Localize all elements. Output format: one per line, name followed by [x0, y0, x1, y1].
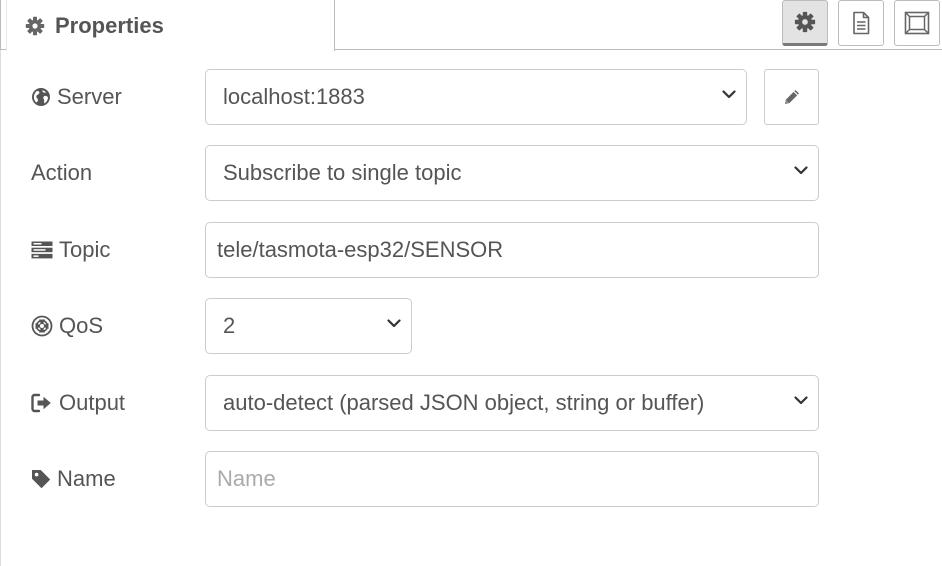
appearance-tab-button[interactable] — [894, 0, 940, 46]
globe-icon — [31, 87, 51, 107]
tab-bar: Properties — [0, 0, 942, 51]
qos-value: 2 — [223, 313, 236, 338]
qos-row: QoS 2 — [0, 298, 942, 354]
frame-icon — [904, 11, 930, 35]
tab-label: Properties — [55, 12, 164, 38]
pencil-icon — [782, 87, 802, 107]
action-row: Action Subscribe to single topic — [0, 145, 942, 201]
name-input[interactable] — [205, 451, 819, 507]
action-select[interactable]: Subscribe to single topic — [205, 145, 819, 201]
tab-properties[interactable]: Properties — [6, 0, 335, 51]
server-row: Server localhost:1883 — [0, 69, 942, 125]
chevron-down-icon — [794, 396, 808, 405]
action-label: Action — [31, 145, 92, 201]
tab-bar-edge — [0, 0, 1, 50]
properties-tab-button[interactable] — [782, 0, 828, 46]
chevron-down-icon — [722, 90, 736, 99]
chevron-down-icon — [794, 166, 808, 175]
topic-label: Topic — [31, 222, 110, 278]
description-tab-button[interactable] — [838, 0, 884, 46]
server-label-text: Server — [57, 84, 122, 109]
output-select[interactable]: auto-detect (parsed JSON object, string … — [205, 375, 819, 431]
name-label-text: Name — [57, 466, 116, 491]
output-label-text: Output — [59, 390, 126, 415]
qos-label: QoS — [31, 298, 103, 354]
tag-icon — [31, 469, 51, 489]
document-icon — [851, 11, 871, 35]
topic-label-text: Topic — [59, 237, 111, 262]
server-label: Server — [31, 69, 122, 125]
output-value: auto-detect (parsed JSON object, string … — [223, 390, 705, 415]
tasks-icon — [31, 241, 53, 259]
name-label: Name — [31, 451, 116, 507]
output-label: Output — [31, 375, 125, 431]
qos-label-text: QoS — [59, 313, 104, 338]
action-value: Subscribe to single topic — [223, 160, 462, 185]
gear-icon — [25, 16, 45, 36]
edit-server-button[interactable] — [764, 69, 819, 125]
life-ring-icon — [31, 315, 53, 337]
sign-out-icon — [31, 393, 53, 413]
chevron-down-icon — [387, 319, 401, 328]
gear-icon — [794, 11, 816, 33]
action-label-text: Action — [31, 160, 93, 185]
topic-row: Topic — [0, 222, 942, 278]
qos-select[interactable]: 2 — [205, 298, 412, 354]
name-row: Name — [0, 451, 942, 507]
output-row: Output auto-detect (parsed JSON object, … — [0, 375, 942, 431]
tab-button-group — [772, 0, 942, 48]
server-value: localhost:1883 — [223, 84, 365, 109]
server-select[interactable]: localhost:1883 — [205, 69, 747, 125]
topic-input[interactable] — [205, 222, 819, 278]
